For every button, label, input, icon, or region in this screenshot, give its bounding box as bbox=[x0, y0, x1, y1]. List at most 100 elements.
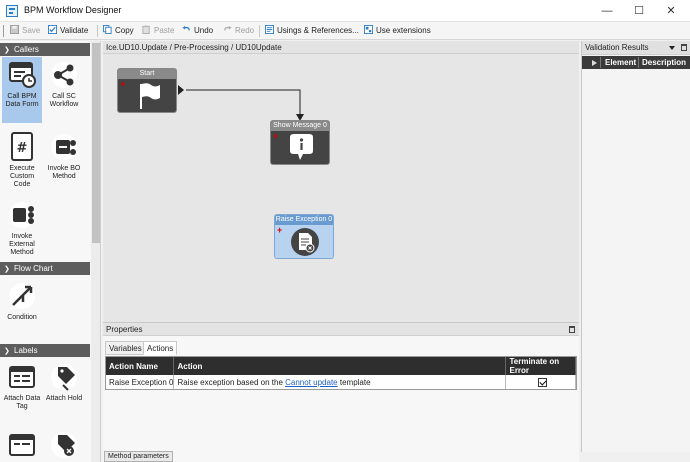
chevron-down-icon: ❯ bbox=[4, 266, 10, 273]
pin-icon[interactable] bbox=[569, 326, 575, 333]
toolbox-scrollbar-thumb[interactable] bbox=[92, 43, 100, 243]
tool-attach-data-tag-label: Attach Data Tag bbox=[3, 395, 41, 410]
data-tag-icon bbox=[7, 361, 37, 393]
references-icon bbox=[265, 25, 274, 34]
save-label: Save bbox=[22, 26, 41, 35]
node-show-message-title: Show Message 0 bbox=[271, 121, 329, 131]
validate-icon bbox=[48, 25, 57, 34]
pin-icon[interactable] bbox=[681, 44, 687, 51]
actions-grid-header: Action Name Action Terminate on Error bbox=[106, 357, 576, 375]
column-terminate-on-error[interactable]: Terminate on Error bbox=[505, 357, 576, 375]
toolbar-grip bbox=[3, 25, 4, 37]
tool-call-sc-workflow[interactable]: Call SC Workflow bbox=[44, 57, 84, 123]
action-text-prefix: Raise exception based on the bbox=[177, 377, 283, 387]
copy-icon bbox=[103, 25, 112, 34]
usings-references-button[interactable]: Usings & References... bbox=[265, 24, 359, 38]
validation-panel: Validation Results Element Description bbox=[581, 41, 690, 452]
hash-code-icon: # bbox=[7, 131, 37, 163]
condition-icon bbox=[7, 280, 37, 312]
section-callers[interactable]: ❯ Callers bbox=[0, 43, 90, 56]
paste-label: Paste bbox=[154, 26, 175, 35]
tab-variables[interactable]: Variables bbox=[105, 341, 146, 355]
section-callers-label: Callers bbox=[14, 45, 39, 54]
redo-label: Redo bbox=[235, 26, 255, 35]
canvas-breadcrumb: Ice.UD10.Update / Pre-Processing / UD10U… bbox=[103, 41, 579, 54]
terminate-checkbox[interactable] bbox=[537, 377, 547, 387]
validation-title: Validation Results bbox=[585, 43, 649, 52]
table-row[interactable]: Raise Exception 0 Raise exception based … bbox=[106, 375, 576, 389]
exception-doc-icon bbox=[291, 228, 319, 256]
bo-method-icon bbox=[49, 131, 79, 163]
node-show-message[interactable]: Show Message 0 + bbox=[270, 120, 330, 165]
column-description[interactable]: Description bbox=[642, 56, 686, 69]
undo-icon bbox=[182, 25, 190, 31]
tool-invoke-external-label: Invoke External Method bbox=[9, 233, 35, 256]
chevron-down-icon: ❯ bbox=[4, 47, 10, 54]
section-flow-chart-label: Flow Chart bbox=[14, 264, 53, 273]
tool-call-sc-label: Call SC Workflow bbox=[49, 93, 79, 108]
node-start-title: Start bbox=[118, 69, 176, 79]
window-title: BPM Workflow Designer bbox=[24, 5, 122, 15]
tool-partial-2[interactable] bbox=[44, 427, 84, 462]
grid-tag-icon bbox=[7, 429, 37, 461]
tab-method-parameters[interactable]: Method parameters bbox=[104, 451, 173, 462]
use-extensions-label: Use extensions bbox=[376, 26, 431, 35]
tool-attach-hold[interactable]: Attach Hold bbox=[44, 359, 84, 415]
paste-button[interactable]: Paste bbox=[142, 24, 174, 38]
actions-grid: Action Name Action Terminate on Error Ra… bbox=[105, 356, 577, 390]
save-button[interactable]: Save bbox=[10, 24, 40, 38]
node-start[interactable]: Start + bbox=[117, 68, 177, 113]
use-extensions-button[interactable]: Use extensions bbox=[364, 24, 431, 38]
tool-attach-data-tag[interactable]: Attach Data Tag bbox=[2, 359, 42, 415]
column-action-name[interactable]: Action Name bbox=[106, 357, 175, 375]
svg-text:#: # bbox=[17, 141, 28, 156]
workflow-canvas[interactable]: Start + Show Message 0 + Raise Exception… bbox=[103, 54, 579, 322]
minimize-button[interactable]: — bbox=[592, 2, 622, 20]
copy-button[interactable]: Copy bbox=[103, 24, 134, 38]
column-element[interactable]: Element bbox=[605, 56, 636, 69]
tool-partial-1[interactable] bbox=[2, 427, 42, 462]
remove-tag-icon bbox=[49, 429, 79, 461]
close-button[interactable]: ✕ bbox=[656, 2, 686, 20]
tool-call-bpm-data-form[interactable]: Call BPM Data Form bbox=[2, 57, 42, 123]
cell-action[interactable]: Raise exception based on the Cannot upda… bbox=[173, 375, 507, 389]
tool-attach-hold-label: Attach Hold bbox=[45, 395, 83, 402]
validate-button[interactable]: Validate bbox=[48, 24, 88, 38]
node-raise-exception-title: Raise Exception 0 bbox=[275, 215, 333, 225]
connector-line[interactable] bbox=[186, 89, 301, 120]
data-form-icon bbox=[7, 59, 37, 91]
node-raise-exception[interactable]: Raise Exception 0 + bbox=[274, 214, 334, 259]
cell-terminate-on-error bbox=[505, 375, 576, 389]
toolbar-separator bbox=[97, 25, 98, 37]
cell-action-name[interactable]: Raise Exception 0 bbox=[106, 375, 175, 389]
dropdown-arrow-icon[interactable] bbox=[668, 44, 676, 52]
tool-invoke-bo-label: Invoke BO Method bbox=[47, 165, 81, 180]
validation-grid-header: Element Description bbox=[582, 56, 690, 69]
hold-tag-icon bbox=[49, 361, 79, 393]
tool-invoke-bo-method[interactable]: Invoke BO Method bbox=[44, 129, 84, 191]
tool-call-bpm-label: Call BPM Data Form bbox=[5, 93, 39, 108]
tool-condition[interactable]: Condition bbox=[2, 278, 42, 324]
redo-button[interactable]: Redo bbox=[223, 24, 254, 38]
toolbox-panel: ❯ Callers Call BPM Data Form Call SC Work… bbox=[0, 41, 101, 462]
template-link[interactable]: Cannot update bbox=[285, 378, 338, 387]
section-labels[interactable]: ❯ Labels bbox=[0, 344, 90, 357]
extensions-icon bbox=[364, 25, 373, 34]
toolbar-separator bbox=[259, 25, 260, 37]
column-action[interactable]: Action bbox=[173, 357, 507, 375]
undo-button[interactable]: Undo bbox=[182, 24, 213, 38]
tab-actions[interactable]: Actions bbox=[143, 341, 178, 355]
tool-execute-custom-code[interactable]: # Execute Custom Code bbox=[2, 129, 42, 191]
external-method-icon bbox=[7, 199, 37, 231]
tool-condition-label: Condition bbox=[7, 314, 37, 321]
section-labels-label: Labels bbox=[14, 346, 38, 355]
chevron-down-icon: ❯ bbox=[4, 348, 10, 355]
app-icon bbox=[6, 5, 18, 17]
section-flow-chart[interactable]: ❯ Flow Chart bbox=[0, 262, 90, 275]
properties-panel: Properties Variables Actions Action Name… bbox=[103, 322, 579, 462]
row-selector-arrow-icon bbox=[592, 60, 597, 66]
maximize-button[interactable]: ☐ bbox=[624, 2, 654, 20]
column-separator bbox=[600, 57, 601, 68]
tool-execute-code-label: Execute Custom Code bbox=[9, 165, 35, 188]
tool-invoke-external-method[interactable]: Invoke External Method bbox=[2, 197, 42, 259]
